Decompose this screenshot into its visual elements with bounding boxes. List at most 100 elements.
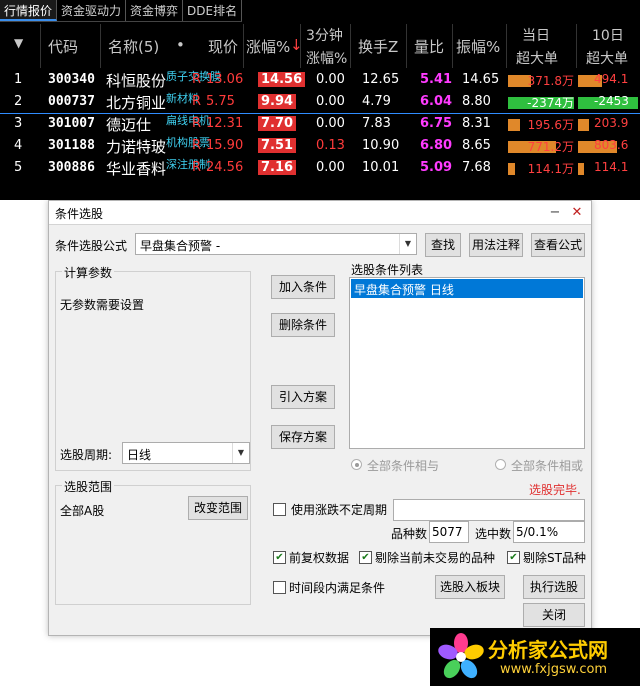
watermark-title: 分析家公式网 — [488, 638, 608, 662]
tab-quotes[interactable]: 行情报价 — [0, 0, 58, 21]
count-label: 品种数 — [391, 527, 428, 541]
run-screen-button[interactable]: 执行选股 — [523, 575, 585, 599]
cell-idx: 2 — [14, 94, 23, 109]
add-to-block-button[interactable]: 选股入板块 — [435, 575, 505, 599]
add-condition-button[interactable]: 加入条件 — [271, 275, 335, 299]
cell-amplitude: 7.68 — [462, 160, 491, 175]
exclude-untraded-checkbox[interactable]: ✔ — [359, 551, 372, 564]
find-button[interactable]: 查找 — [425, 233, 461, 257]
cell-change: 7.16 — [258, 160, 297, 175]
chevron-down-icon[interactable]: ▼ — [399, 234, 416, 254]
radio-or-label: 全部条件相或 — [511, 459, 584, 473]
condition-list[interactable]: 早盘集合预警 日线 — [349, 277, 585, 449]
table-row[interactable]: 5 300886 华业香料 深注册制 R 24.56 7.16 0.00 10.01 5.09 7.… — [0, 158, 640, 180]
view-formula-button[interactable]: 查看公式 — [531, 233, 585, 257]
col-turnover[interactable]: 换手Z — [358, 36, 398, 57]
cell-amplitude: 8.80 — [462, 94, 491, 109]
cell-day-bigorder: 371.8万 — [527, 74, 574, 88]
params-group: 计算参数 无参数需要设置 选股周期: 日线 ▼ — [55, 264, 251, 471]
sort-icon[interactable]: ▼ — [14, 36, 23, 50]
cell-three-min: 0.00 — [316, 116, 345, 131]
col-10day-bottom[interactable]: 超大单 — [586, 48, 628, 68]
tab-dde-rank[interactable]: DDE排名 — [183, 0, 243, 21]
count-field: 5077 — [429, 521, 469, 543]
save-plan-button[interactable]: 保存方案 — [271, 425, 335, 449]
period-satisfy-checkbox[interactable] — [273, 581, 286, 594]
col-change[interactable]: 涨幅% — [246, 36, 290, 57]
cell-turnover: 7.83 — [362, 116, 391, 131]
col-3min-top[interactable]: 3分钟 — [306, 25, 343, 45]
cell-idx: 1 — [14, 72, 23, 87]
cell-idx: 4 — [14, 138, 23, 153]
uncertain-period-checkbox[interactable] — [273, 503, 286, 516]
delete-condition-button[interactable]: 删除条件 — [271, 313, 335, 337]
col-volume-ratio[interactable]: 量比 — [414, 36, 444, 57]
uncertain-period-input[interactable] — [393, 499, 585, 521]
range-group: 选股范围 全部A股 改变范围 — [55, 478, 251, 605]
cell-idx: 5 — [14, 160, 23, 175]
exclude-st-checkbox[interactable]: ✔ — [507, 551, 520, 564]
cell-code: 301007 — [48, 116, 95, 131]
cell-price: 13.06 — [206, 72, 244, 87]
cell-tag: 扁线电机 — [166, 114, 210, 127]
usage-notes-button[interactable]: 用法注释 — [469, 233, 523, 257]
chevron-down-icon[interactable]: ▼ — [232, 443, 249, 463]
uncertain-period-label: 使用涨跌不定周期 — [291, 503, 388, 517]
day-bigorder-bar — [508, 163, 515, 175]
col-day-bottom[interactable]: 超大单 — [516, 48, 558, 68]
condition-list-item[interactable]: 早盘集合预警 日线 — [351, 279, 583, 298]
cell-change: 7.51 — [258, 138, 297, 153]
check-icon: ✔ — [275, 552, 284, 563]
cell-day-bigorder: 771.2万 — [527, 140, 574, 154]
col-10day-top[interactable]: 10日 — [592, 25, 624, 45]
cell-three-min: 0.00 — [316, 160, 345, 175]
minimize-icon[interactable]: − — [545, 203, 565, 223]
exclude-untraded-label: 剔除当前未交易的品种 — [375, 551, 496, 565]
col-amplitude[interactable]: 振幅% — [456, 36, 500, 57]
exclude-st-label: 剔除ST品种 — [523, 551, 586, 565]
range-group-label: 选股范围 — [62, 478, 115, 495]
tab-fund-game[interactable]: 资金博弈 — [126, 0, 184, 21]
fq-checkbox[interactable]: ✔ — [273, 551, 286, 564]
import-plan-button[interactable]: 引入方案 — [271, 385, 335, 409]
formula-label: 条件选股公式 — [55, 239, 128, 253]
params-text: 无参数需要设置 — [60, 298, 145, 312]
table-row[interactable]: 2 000737 北方铜业 新材料 R 5.75 9.94 0.00 4.79 6.04 8.80-… — [0, 92, 640, 114]
cell-price: 15.90 — [206, 138, 244, 153]
col-name[interactable]: 名称(5) — [108, 36, 159, 57]
col-3min-bottom[interactable]: 涨幅% — [306, 48, 347, 68]
radio-or[interactable] — [495, 459, 506, 470]
period-label: 选股周期: — [60, 448, 113, 462]
period-value: 日线 — [127, 448, 152, 462]
close-icon[interactable]: ✕ — [567, 203, 587, 223]
cell-price: 12.31 — [206, 116, 244, 131]
close-button[interactable]: 关闭 — [523, 603, 585, 627]
col-price[interactable]: 现价 — [208, 36, 238, 57]
fq-label: 前复权数据 — [289, 551, 350, 565]
tab-fund-drive[interactable]: 资金驱动力 — [57, 0, 127, 21]
cell-day-bigorder: 195.6万 — [527, 118, 574, 132]
cell-price: 24.56 — [206, 160, 244, 175]
cell-day-bigorder: -2374万 — [527, 96, 574, 110]
cell-turnover: 10.90 — [362, 138, 400, 153]
table-row[interactable]: 1 300340 科恒股份 质子交换膜 R 13.06 14.56 0.00 12.65 5.41… — [0, 70, 640, 92]
cell-name: 德迈仕 — [106, 116, 152, 134]
cell-change: 7.70 — [258, 116, 297, 131]
period-select[interactable]: 日线 ▼ — [122, 442, 250, 464]
dialog-titlebar[interactable]: 条件选股 − ✕ — [49, 201, 591, 225]
radio-and[interactable] — [351, 459, 362, 470]
table-row[interactable]: 4 301188 力诺特玻 机构股票 R 15.90 7.51 0.13 10.90 6.80 8.… — [0, 136, 640, 158]
check-icon: ✔ — [509, 552, 518, 563]
col-day-top[interactable]: 当日 — [522, 25, 550, 45]
cell-name: 力诺特玻 — [106, 138, 167, 156]
cell-tenday-bigorder: 114.1 — [594, 160, 629, 174]
col-code[interactable]: 代码 — [48, 36, 78, 57]
formula-select[interactable]: 早盘集合预警 - ▼ — [135, 233, 417, 255]
cell-flag: R — [192, 160, 202, 175]
cell-vol-ratio: 6.04 — [420, 94, 453, 109]
cell-flag: R — [192, 138, 202, 153]
change-range-button[interactable]: 改变范围 — [188, 496, 248, 520]
table-row[interactable]: 3 301007 德迈仕 扁线电机 R 12.31 7.70 0.00 7.83 6.75 8.31… — [0, 114, 640, 136]
stock-quote-table: 行情报价 资金驱动力 资金博弈 DDE排名 ▼ 代码 名称(5) • 现价 涨幅… — [0, 0, 640, 200]
cell-idx: 3 — [14, 116, 23, 131]
